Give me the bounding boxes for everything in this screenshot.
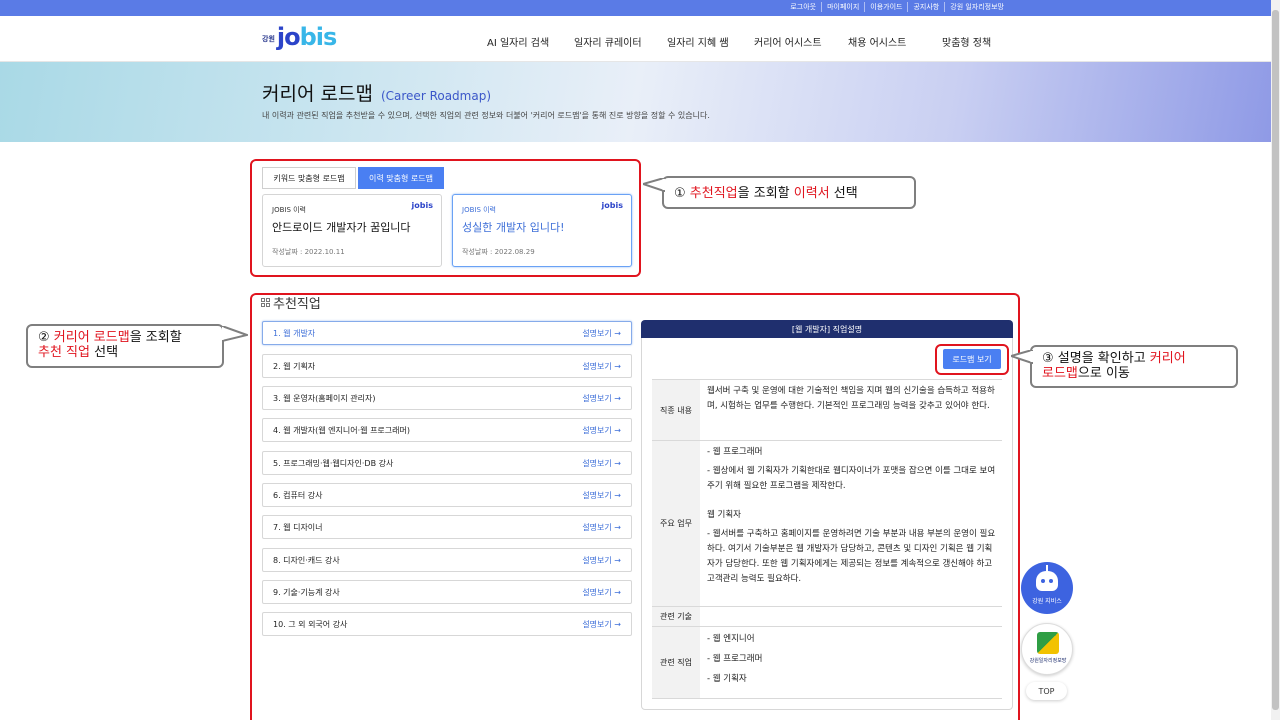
more-link[interactable]: 설명보기 →: [582, 619, 621, 630]
row-related-jobs: 관련 직업 - 웹 엔지니어 - 웹 프로그래머 - 웹 기획자: [652, 627, 1002, 699]
page-description: 내 이력과 관련된 직업을 추천받을 수 있으며, 선택한 직업의 관련 정보와…: [262, 111, 710, 120]
row-header: 직종 내용: [652, 380, 700, 440]
more-link[interactable]: 설명보기 →: [582, 425, 621, 436]
callout-2-tail: [222, 326, 248, 342]
callout-3-tail: [1011, 350, 1033, 364]
resume-date: 작성날짜 : 2022.08.29: [462, 248, 535, 256]
nav-job-curator[interactable]: 일자리 큐레이터: [574, 34, 642, 49]
page-title: 커리어 로드맵 (Career Roadmap): [262, 83, 492, 105]
jobis-mini-logo: jobis: [411, 201, 433, 210]
header: 강원 jobis AI 일자리 검색 일자리 큐레이터 일자리 지혜 쌤 커리어…: [0, 16, 1271, 62]
panel-header: [웹 개발자] 직업설명: [641, 320, 1013, 338]
job-row[interactable]: 10. 그 외 외국어 강사 설명보기 →: [262, 612, 632, 636]
page-scrollbar[interactable]: [1271, 0, 1280, 720]
mypage-link[interactable]: 마이페이지: [821, 2, 864, 12]
gangwon-jobinfo-label: 강원일자리정보망: [1029, 658, 1067, 664]
jobis-logo[interactable]: 강원 jobis: [262, 23, 337, 51]
row-related-skills: 관련 기술: [652, 607, 1002, 627]
nav-job-wisdom[interactable]: 일자리 지혜 쌤: [667, 34, 729, 49]
ai-assistant-button[interactable]: 강원 지비스: [1021, 562, 1073, 614]
gangwon-logo-icon: [1037, 632, 1059, 654]
grid-icon: [261, 298, 270, 307]
resume-date: 작성날짜 : 2022.10.11: [272, 248, 345, 256]
row-value: - 웹 엔지니어 - 웹 프로그래머 - 웹 기획자: [707, 634, 763, 684]
more-link[interactable]: 설명보기 →: [582, 361, 621, 372]
row-main-duties: 주요 업무 - 웹 프로그래머 - 웹상에서 웹 기획자가 기획한대로 웹디자이…: [652, 441, 1002, 607]
rec-section-title: 추천직업: [261, 293, 321, 312]
job-row[interactable]: 5. 프로그래밍·웹·웹디자인·DB 강사 설명보기 →: [262, 451, 632, 475]
job-row-selected[interactable]: 1. 웹 개발자 설명보기 →: [262, 321, 632, 345]
more-link[interactable]: 설명보기 →: [582, 587, 621, 598]
more-link[interactable]: 설명보기 →: [582, 393, 621, 404]
job-row[interactable]: 4. 웹 개발자(웹 엔지니어·웹 프로그래머) 설명보기 →: [262, 418, 632, 442]
callout-step-1: ① 추천직업을 조회할 이력서 선택: [662, 176, 916, 209]
row-header: 관련 직업: [652, 627, 700, 698]
job-row[interactable]: 3. 웹 운영자(홈페이지 관리자) 설명보기 →: [262, 386, 632, 410]
row-value: 웹서버 구축 및 운영에 대한 기술적인 책임을 지며 웹의 신기술을 습득하고…: [707, 386, 995, 411]
roadmap-view-button[interactable]: 로드맵 보기: [943, 349, 1001, 369]
resume-card-selected[interactable]: JOBIS 이력 jobis 성실한 개발자 입니다! 작성날짜 : 2022.…: [452, 194, 632, 267]
row-job-content: 직종 내용 웹서버 구축 및 운영에 대한 기술적인 책임을 지며 웹의 신기술…: [652, 379, 1002, 441]
utility-bar: 로그아웃 마이페이지 이용가이드 공지사항 강원 일자리정보망: [0, 0, 1271, 16]
resume-title: 안드로이드 개발자가 꿈입니다: [272, 221, 411, 234]
callout-1-tail: [643, 178, 665, 192]
job-row[interactable]: 2. 웹 기획자 설명보기 →: [262, 354, 632, 378]
nav-career-assist[interactable]: 커리어 어시스트: [754, 34, 822, 49]
more-link[interactable]: 설명보기 →: [582, 328, 621, 339]
more-link[interactable]: 설명보기 →: [582, 555, 621, 566]
utility-links: 로그아웃 마이페이지 이용가이드 공지사항 강원 일자리정보망: [785, 2, 1009, 12]
more-link[interactable]: 설명보기 →: [582, 458, 621, 469]
nav-ai-job-search[interactable]: AI 일자리 검색: [487, 34, 549, 49]
notice-link[interactable]: 공지사항: [907, 2, 944, 12]
robot-icon: [1036, 571, 1058, 591]
logo-text: jobis: [276, 23, 337, 51]
job-row[interactable]: 6. 컴퓨터 강사 설명보기 →: [262, 483, 632, 507]
logout-link[interactable]: 로그아웃: [785, 2, 821, 12]
more-link[interactable]: 설명보기 →: [582, 522, 621, 533]
callout-step-3: ③ 설명을 확인하고 커리어 로드맵으로 이동: [1030, 345, 1238, 388]
row-header: 주요 업무: [652, 441, 700, 606]
job-row[interactable]: 7. 웹 디자이너 설명보기 →: [262, 515, 632, 539]
nav-hiring-assist[interactable]: 채용 어시스트: [848, 34, 906, 49]
guide-link[interactable]: 이용가이드: [864, 2, 907, 12]
tab-keyword-roadmap[interactable]: 키워드 맞춤형 로드맵: [262, 167, 356, 189]
resume-source: JOBIS 이력: [462, 206, 496, 214]
scrollbar-thumb[interactable]: [1272, 10, 1279, 710]
logo-region: 강원: [262, 35, 275, 43]
hero-banner: 커리어 로드맵 (Career Roadmap) 내 이력과 관련된 직업을 추…: [0, 62, 1271, 142]
resume-title: 성실한 개발자 입니다!: [462, 221, 565, 234]
gangwon-jobinfo-link[interactable]: 강원 일자리정보망: [944, 2, 1009, 12]
resume-source: JOBIS 이력: [272, 206, 306, 214]
tab-resume-roadmap[interactable]: 이력 맞춤형 로드맵: [358, 167, 444, 189]
page-subtitle: (Career Roadmap): [380, 89, 492, 103]
more-link[interactable]: 설명보기 →: [582, 490, 621, 501]
row-value: - 웹 프로그래머 - 웹상에서 웹 기획자가 기획한대로 웹디자이너가 포맷을…: [707, 447, 996, 584]
nav-custom-policy[interactable]: 맞춤형 정책: [942, 34, 991, 49]
job-row[interactable]: 9. 기술·기능계 강사 설명보기 →: [262, 580, 632, 604]
gangwon-jobinfo-button[interactable]: 강원일자리정보망: [1021, 623, 1073, 675]
callout-step-2: ② 커리어 로드맵을 조회할 추천 직업 선택: [26, 324, 224, 368]
row-header: 관련 기술: [652, 607, 700, 626]
resume-card[interactable]: JOBIS 이력 jobis 안드로이드 개발자가 꿈입니다 작성날짜 : 20…: [262, 194, 442, 267]
scroll-top-button[interactable]: TOP: [1026, 682, 1067, 700]
ai-assistant-label: 강원 지비스: [1032, 598, 1062, 605]
job-row[interactable]: 8. 디자인·캐드 강사 설명보기 →: [262, 548, 632, 572]
jobis-mini-logo: jobis: [601, 201, 623, 210]
